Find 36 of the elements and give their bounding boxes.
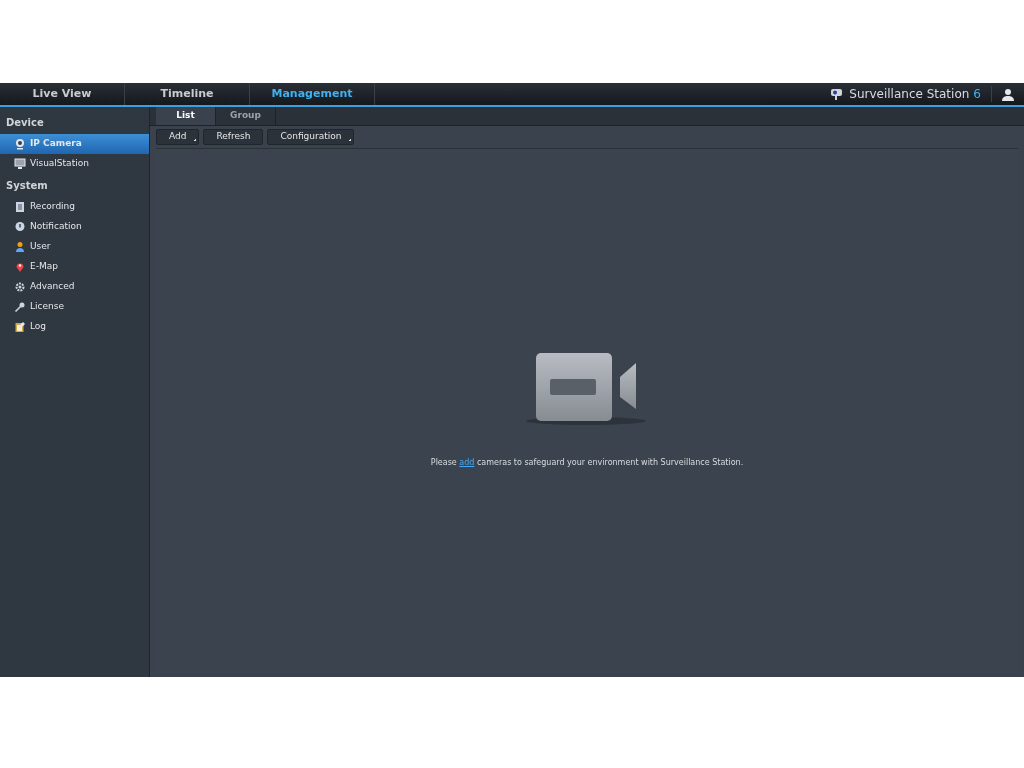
monitor-icon xyxy=(14,158,26,170)
notepad-icon xyxy=(14,321,26,333)
sidebar-item[interactable]: Advanced xyxy=(0,277,149,297)
section-heading: Device xyxy=(5,116,45,130)
nav-tab[interactable]: Timeline xyxy=(125,83,250,105)
speech-bubble-icon xyxy=(14,221,26,233)
sidebar-item[interactable]: Notification xyxy=(0,217,149,237)
sidebar-item[interactable]: Log xyxy=(0,317,149,337)
webcam-icon xyxy=(14,138,26,150)
person-icon xyxy=(14,241,26,253)
add-link[interactable]: add xyxy=(459,458,475,467)
document-icon xyxy=(14,201,26,213)
toolbar-button[interactable]: Configuration xyxy=(267,129,355,145)
toolbar-button[interactable]: Add xyxy=(156,129,200,145)
sidebar-item[interactable]: E-Map xyxy=(0,257,149,277)
empty-state-message: Please add cameras to safeguard your environment with Surveillance Station. xyxy=(430,457,744,469)
video-camera-icon xyxy=(526,353,648,427)
sidebar-item[interactable]: User xyxy=(0,237,149,257)
key-icon xyxy=(14,301,26,313)
sidebar-item[interactable]: VisualStation xyxy=(0,154,149,174)
nav-tab[interactable]: Live View xyxy=(0,83,125,105)
gear-icon xyxy=(14,281,26,293)
caret-icon xyxy=(194,139,197,141)
tab[interactable]: Group xyxy=(216,107,276,125)
sidebar-item[interactable]: Recording xyxy=(0,197,149,217)
toolbar-button[interactable]: Refresh xyxy=(203,129,264,145)
nav-tab[interactable]: Management xyxy=(250,83,375,105)
sidebar-item[interactable]: IP Camera xyxy=(0,134,149,154)
brand-version: 6 xyxy=(973,86,981,103)
caret-icon xyxy=(349,139,352,141)
sidebar-item[interactable]: License xyxy=(0,297,149,317)
section-heading: System xyxy=(5,179,49,193)
tab[interactable]: List xyxy=(156,107,216,125)
user-icon[interactable] xyxy=(1002,87,1014,101)
map-pin-icon xyxy=(14,261,26,273)
brand-name: Surveillance Station xyxy=(849,86,970,103)
